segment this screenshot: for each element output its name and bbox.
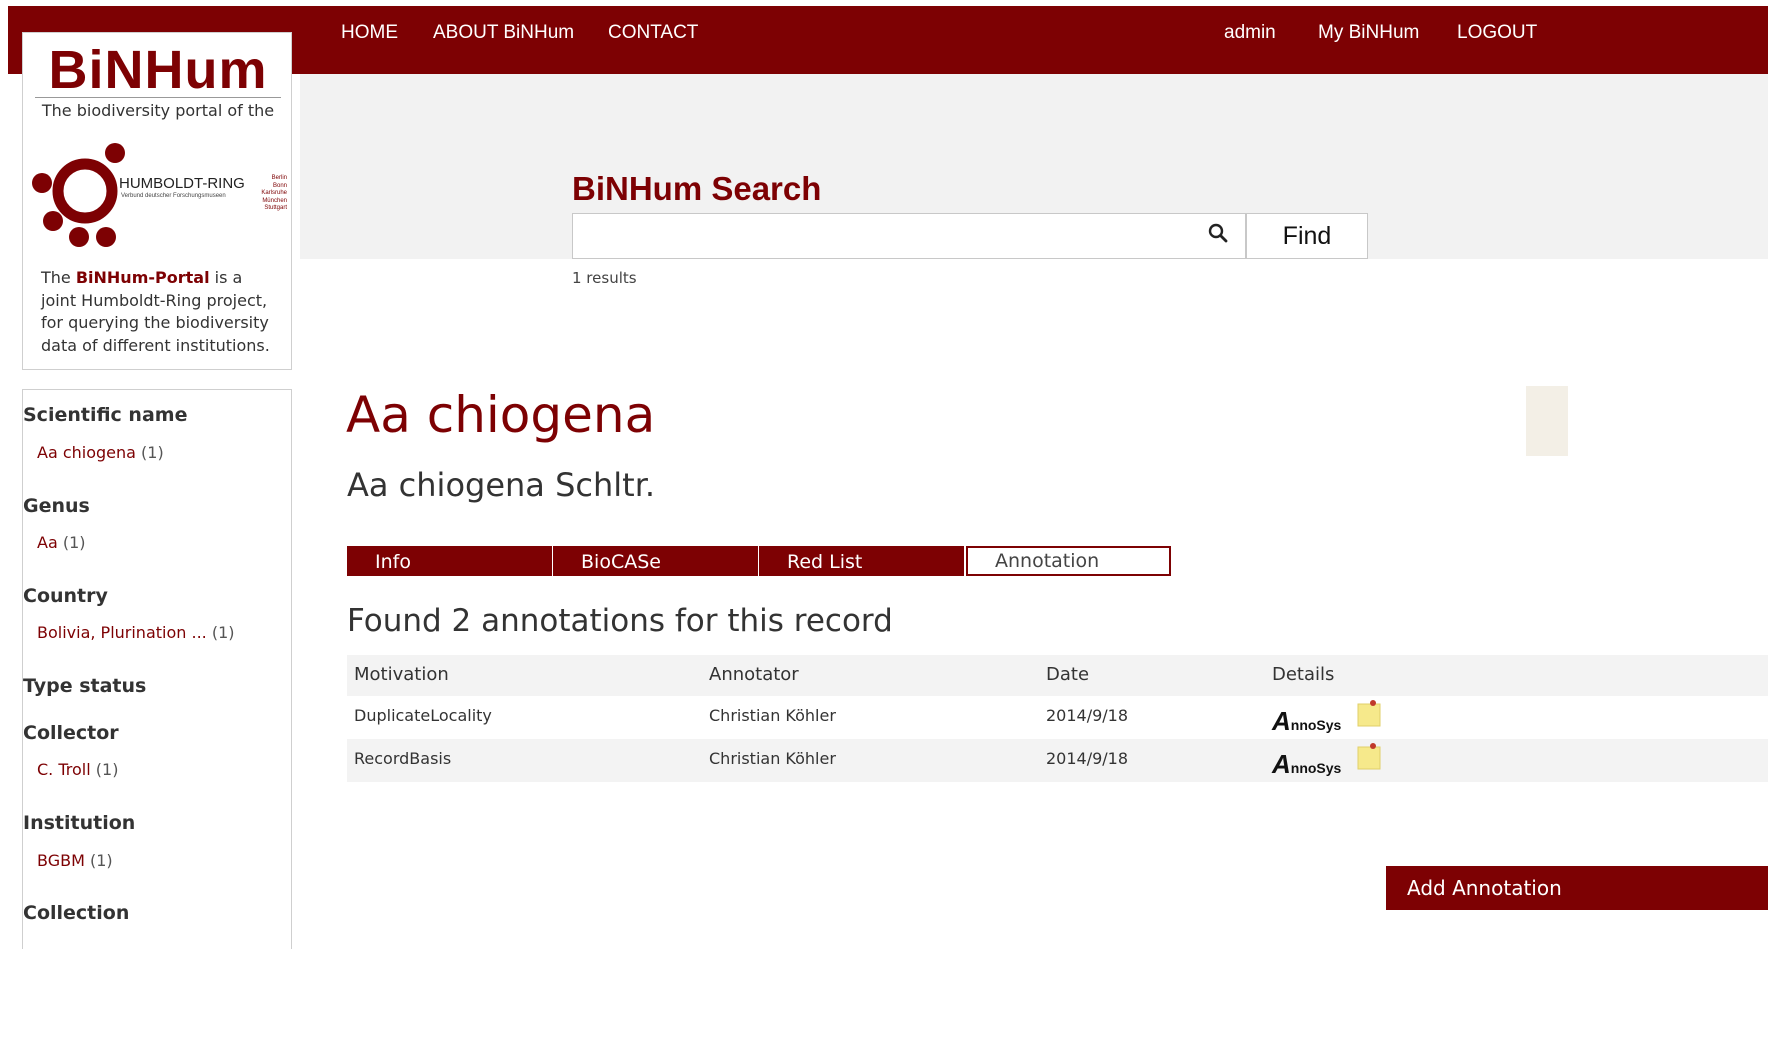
humboldt-ring-subtitle: Verbund deutscher Forschungsmuseen xyxy=(121,193,226,199)
search-icon[interactable] xyxy=(1207,222,1229,244)
facet-title-country: Country xyxy=(23,585,108,607)
facet-title-scientific-name: Scientific name xyxy=(23,404,188,426)
sticky-note-icon xyxy=(1357,700,1381,727)
table-header-row: Motivation Annotator Date Details xyxy=(347,655,1768,696)
facet-title-collection: Collection xyxy=(23,902,130,924)
facet-sidebar: Scientific name Aa chiogena (1) Genus Aa… xyxy=(22,389,292,949)
add-annotation-button[interactable]: Add Annotation xyxy=(1386,866,1768,910)
facet-value-scientific-name[interactable]: Aa chiogena (1) xyxy=(37,443,164,462)
sticky-note-icon xyxy=(1357,743,1381,770)
header-date: Date xyxy=(1046,664,1090,685)
facet-value-genus[interactable]: Aa (1) xyxy=(37,533,86,552)
cell-annotator: Christian Köhler xyxy=(709,749,836,768)
humboldt-ring-name: HUMBOLDT-RING xyxy=(119,175,245,192)
nav-user-link[interactable]: admin xyxy=(1224,22,1276,44)
nav-home-link[interactable]: HOME xyxy=(341,22,398,44)
logo-card: BiNHum The biodiversity portal of the HU… xyxy=(22,32,292,370)
nav-contact-link[interactable]: CONTACT xyxy=(608,22,698,44)
facet-value-country[interactable]: Bolivia, Plurination ... (1) xyxy=(37,623,235,642)
record-subtitle: Aa chiogena Schltr. xyxy=(347,466,656,504)
table-row: RecordBasis Christian Köhler 2014/9/18 A… xyxy=(347,739,1768,782)
tab-annotation[interactable]: Annotation xyxy=(966,546,1171,576)
cell-date: 2014/9/18 xyxy=(1046,749,1129,768)
brand-logo[interactable]: BiNHum xyxy=(23,39,293,101)
header-motivation: Motivation xyxy=(354,664,449,685)
facet-value-institution[interactable]: BGBM (1) xyxy=(37,851,113,870)
search-input[interactable] xyxy=(572,213,1246,259)
cell-motivation: DuplicateLocality xyxy=(354,706,492,725)
nav-about-link[interactable]: ABOUT BiNHum xyxy=(433,22,574,44)
nav-logout-link[interactable]: LOGOUT xyxy=(1457,22,1537,44)
cell-date: 2014/9/18 xyxy=(1046,706,1129,725)
results-count: 1 results xyxy=(572,269,637,287)
annotations-heading: Found 2 annotations for this record xyxy=(347,603,893,639)
humboldt-ring-logo-icon xyxy=(32,143,125,247)
record-title: Aa chiogena xyxy=(346,386,656,444)
facet-title-collector: Collector xyxy=(23,722,119,744)
facet-title-institution: Institution xyxy=(23,812,136,834)
cell-motivation: RecordBasis xyxy=(354,749,452,768)
nav-my-binhum-link[interactable]: My BiNHum xyxy=(1318,22,1419,44)
table-row: DuplicateLocality Christian Köhler 2014/… xyxy=(347,696,1768,739)
facet-value-collector[interactable]: C. Troll (1) xyxy=(37,760,118,779)
specimen-thumbnail[interactable] xyxy=(1526,386,1568,456)
facet-title-genus: Genus xyxy=(23,495,90,517)
humboldt-ring-cities: Berlin Bonn Karlsruhe München Stuttgart xyxy=(261,175,287,211)
tab-info[interactable]: Info xyxy=(347,546,552,576)
header-annotator: Annotator xyxy=(709,664,799,685)
tab-biocase[interactable]: BioCASe xyxy=(553,546,758,576)
tagline: The biodiversity portal of the xyxy=(41,101,275,120)
annosys-logo: AnnoSys xyxy=(1272,749,1342,779)
find-button[interactable]: Find xyxy=(1246,213,1368,259)
portal-description: The BiNHum-Portal is a joint Humboldt-Ri… xyxy=(41,268,270,355)
facet-title-type-status: Type status xyxy=(23,675,147,697)
brand-divider xyxy=(35,97,281,98)
search-title: BiNHum Search xyxy=(572,170,822,207)
annosys-logo: AnnoSys xyxy=(1272,706,1342,736)
cell-annotator: Christian Köhler xyxy=(709,706,836,725)
tab-red-list[interactable]: Red List xyxy=(759,546,964,576)
header-details: Details xyxy=(1272,664,1335,685)
